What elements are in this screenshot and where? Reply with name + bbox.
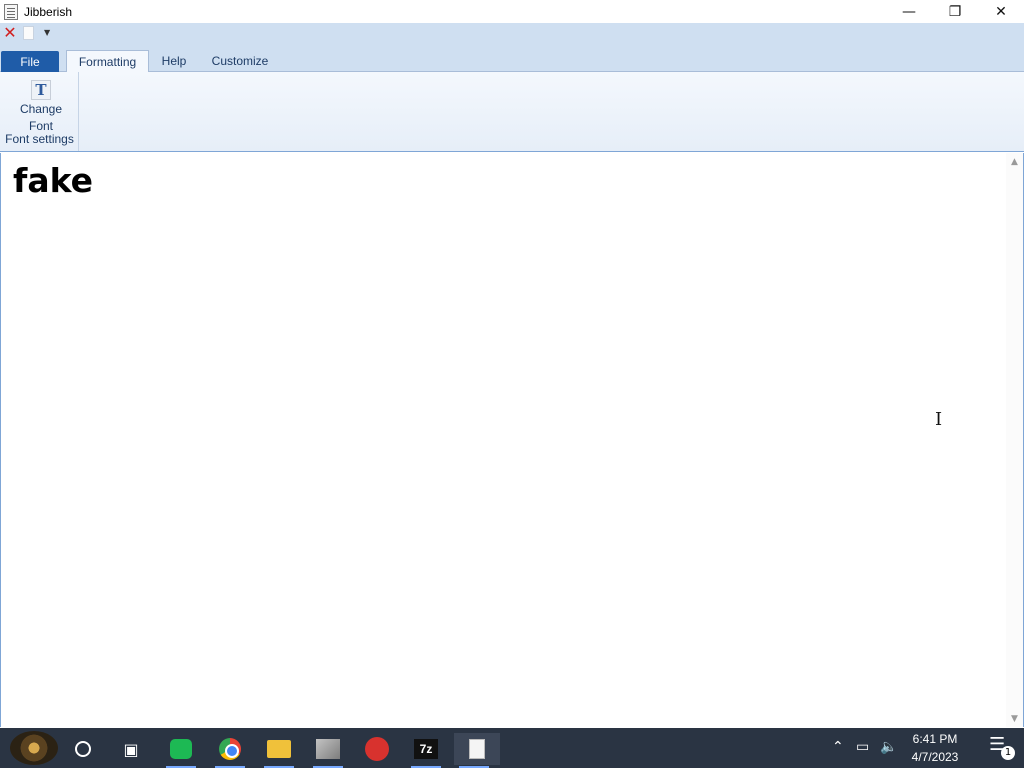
minimize-button[interactable]: —: [886, 0, 932, 23]
font-settings-group: T Change Font Font settings: [0, 72, 79, 151]
scroll-down-icon[interactable]: ▼: [1006, 710, 1023, 727]
close-button[interactable]: ✕: [978, 0, 1024, 23]
tab-file[interactable]: File: [1, 51, 59, 72]
close-icon[interactable]: ✕: [2, 24, 18, 41]
ribbon-tabs: File Formatting Help Customize: [0, 42, 1024, 72]
text-editor[interactable]: fake ▲ ▼ I: [0, 153, 1024, 727]
chrome-icon[interactable]: [210, 733, 250, 768]
photo-viewer-icon[interactable]: [308, 733, 348, 768]
tab-formatting[interactable]: Formatting: [66, 50, 149, 72]
change-font-button[interactable]: T Change Font: [10, 76, 72, 134]
start-button[interactable]: [10, 731, 58, 765]
search-icon[interactable]: [63, 733, 103, 765]
change-font-label-line1: Change: [19, 102, 63, 116]
time-text: 6:41 PM: [912, 732, 958, 746]
editor-content[interactable]: fake: [13, 161, 93, 200]
vertical-scrollbar[interactable]: ▲ ▼: [1006, 153, 1023, 727]
file-explorer-icon[interactable]: [259, 733, 299, 768]
quick-access-toolbar: ✕ ▼: [0, 23, 1024, 42]
chevron-up-icon[interactable]: ⌃: [832, 739, 844, 755]
scroll-up-icon[interactable]: ▲: [1006, 153, 1023, 170]
7zip-icon[interactable]: 7z: [406, 733, 446, 768]
tab-customize[interactable]: Customize: [205, 50, 275, 72]
date-text: 4/7/2023: [911, 750, 959, 764]
taskbar: ▣ 7z ⌃ ▭ 🔈 6:41 PM 4/7/2023 ☰ 1: [0, 728, 1024, 768]
restore-button[interactable]: ❐: [932, 0, 978, 23]
new-document-icon[interactable]: [23, 25, 34, 40]
clock[interactable]: 6:41 PM 4/7/2023: [905, 730, 965, 766]
document-app-icon: [4, 3, 18, 20]
7zip-label: 7z: [414, 739, 438, 759]
window-controls: — ❐ ✕: [886, 0, 1024, 23]
volume-muted-icon[interactable]: 🔈: [880, 739, 897, 755]
system-tray: ⌃ ▭ 🔈 6:41 PM 4/7/2023 ☰ 1: [714, 728, 1024, 768]
tab-help[interactable]: Help: [156, 50, 192, 72]
network-icon[interactable]: ▭: [856, 739, 869, 755]
font-icon: T: [31, 80, 51, 100]
font-settings-label: Font settings: [5, 132, 74, 146]
title-bar: Jibberish — ❐ ✕: [0, 0, 1024, 23]
ribbon-panel: T Change Font Font settings: [0, 72, 1024, 152]
window-title: Jibberish: [24, 4, 73, 19]
text-cursor-icon: I: [935, 409, 943, 430]
red-app-icon[interactable]: [357, 733, 397, 765]
notifications-icon[interactable]: ☰ 1: [989, 734, 1015, 760]
notification-count: 1: [1001, 746, 1015, 760]
task-view-icon[interactable]: ▣: [111, 733, 151, 765]
dropdown-arrow-icon[interactable]: ▼: [44, 28, 50, 37]
chat-icon[interactable]: [161, 733, 201, 768]
jibberish-taskbar-icon[interactable]: [454, 733, 500, 768]
